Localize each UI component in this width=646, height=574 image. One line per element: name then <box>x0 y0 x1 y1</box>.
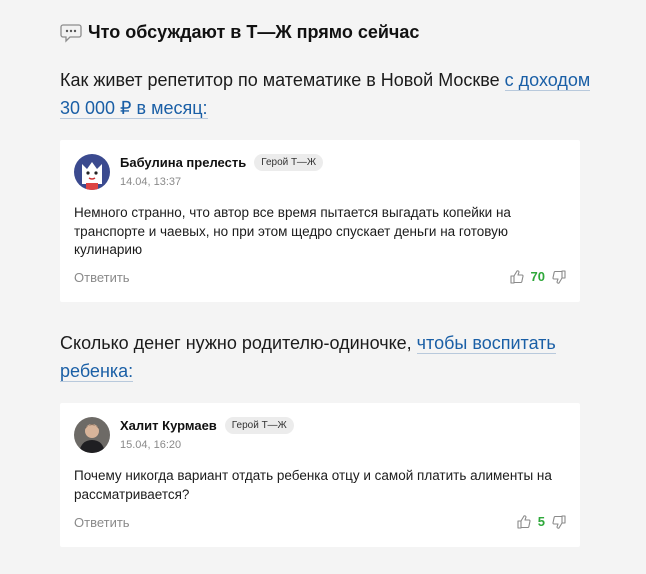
speech-bubble-icon <box>60 21 82 43</box>
author-line: Халит Курмаев Герой Т—Ж <box>120 417 294 434</box>
intro-text: Как живет репетитор по математике в Ново… <box>60 70 505 90</box>
thumbs-down-icon[interactable] <box>552 269 566 284</box>
section-title: Что обсуждают в Т—Ж прямо сейчас <box>88 21 420 42</box>
hero-badge: Герой Т—Ж <box>224 417 294 434</box>
vote-controls: 5 <box>517 514 566 529</box>
hero-badge: Герой Т—Ж <box>254 154 324 171</box>
author-name[interactable]: Бабулина прелесть <box>120 155 246 170</box>
thumbs-up-icon[interactable] <box>517 514 531 529</box>
thumbs-up-icon[interactable] <box>509 269 524 284</box>
comment-text: Немного странно, что автор все время пыт… <box>74 205 511 257</box>
vote-controls: 70 <box>509 269 566 284</box>
author-name[interactable]: Халит Курмаев <box>120 418 217 433</box>
likes-count: 5 <box>537 514 545 529</box>
cat-avatar-icon[interactable] <box>74 154 110 190</box>
comment-date[interactable]: 14.04, 13:37 <box>120 176 181 188</box>
comment-card-1: Бабулина прелесть Герой Т—Ж 14.04, 13:37… <box>60 140 580 302</box>
user-photo-avatar-icon[interactable] <box>74 417 110 453</box>
comment-text: Почему никогда вариант отдать ребенка от… <box>74 468 552 502</box>
intro-text: Сколько денег нужно родителю-одиночке, <box>60 333 417 353</box>
author-line: Бабулина прелесть Герой Т—Ж <box>120 154 324 171</box>
comment-card-2: Халит Курмаев Герой Т—Ж 15.04, 16:20 Поч… <box>60 403 580 547</box>
reply-button[interactable]: Ответить <box>74 270 130 285</box>
section-header: Что обсуждают в Т—Ж прямо сейчас <box>60 21 419 43</box>
comment-date[interactable]: 15.04, 16:20 <box>120 439 181 451</box>
likes-count: 70 <box>530 269 545 284</box>
thumbs-down-icon[interactable] <box>552 514 566 529</box>
reply-button[interactable]: Ответить <box>74 515 130 530</box>
discussion-intro-1: Как живет репетитор по математике в Ново… <box>60 66 600 122</box>
discussion-intro-2: Сколько денег нужно родителю-одиночке, ч… <box>60 329 580 385</box>
